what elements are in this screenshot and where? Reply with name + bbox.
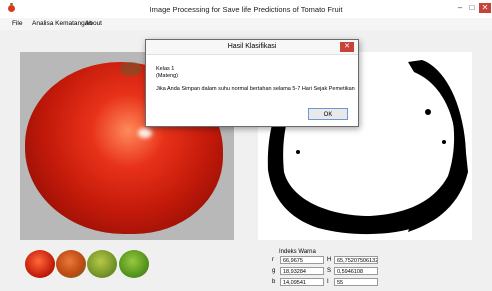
b-value-field[interactable]: 14,09541 <box>280 278 324 286</box>
r-label: r <box>272 257 274 263</box>
close-button[interactable]: ✕ <box>479 3 491 13</box>
s-label: S <box>327 268 332 274</box>
tomato-stem <box>120 62 142 76</box>
i-value-field[interactable]: 55 <box>334 278 378 286</box>
h-value-field[interactable]: 65,7520750613271 <box>334 256 378 264</box>
tomato-highlight <box>138 128 152 138</box>
r-value-field[interactable]: 66,9675 <box>280 256 324 264</box>
dialog-status-text: (Mateng) <box>156 73 179 79</box>
minimize-button[interactable]: – <box>455 3 465 13</box>
s-value-field[interactable]: 0,5946108 <box>334 267 378 275</box>
dialog-close-button[interactable]: ✕ <box>340 42 354 52</box>
dialog-kelas-text: Kelas 1 <box>156 66 175 72</box>
indeks-warna-title: Indeks Warna <box>279 249 316 255</box>
dialog-message-text: Jika Anda Simpan dalam suhu normal berta… <box>156 86 355 92</box>
g-value-field[interactable]: 18,93284 <box>280 267 324 275</box>
menu-about[interactable]: About <box>85 20 102 27</box>
dialog-title: Hasil Klasifikasi <box>146 40 358 55</box>
menu-bar: File Analisa Kematangan About <box>0 18 492 30</box>
i-label: I <box>327 279 329 285</box>
thumbnail-green[interactable] <box>119 250 149 278</box>
title-bar: Image Processing for Save life Predictio… <box>0 0 492 19</box>
hasil-klasifikasi-dialog: Hasil Klasifikasi ✕ Kelas 1 (Mateng) Jik… <box>145 39 359 127</box>
menu-file[interactable]: File <box>12 20 22 27</box>
thumbnail-turning[interactable] <box>56 250 86 278</box>
maximize-button[interactable]: □ <box>467 3 477 13</box>
h-label: H <box>327 257 332 263</box>
g-label: g <box>272 268 276 274</box>
b-label: b <box>272 279 276 285</box>
thumbnail-breaker[interactable] <box>87 250 117 278</box>
menu-analisa-kematangan[interactable]: Analisa Kematangan <box>32 20 92 27</box>
thumbnail-ripe[interactable] <box>25 250 55 278</box>
window-title: Image Processing for Save life Predictio… <box>149 5 343 14</box>
ok-button[interactable]: OK <box>308 108 348 120</box>
